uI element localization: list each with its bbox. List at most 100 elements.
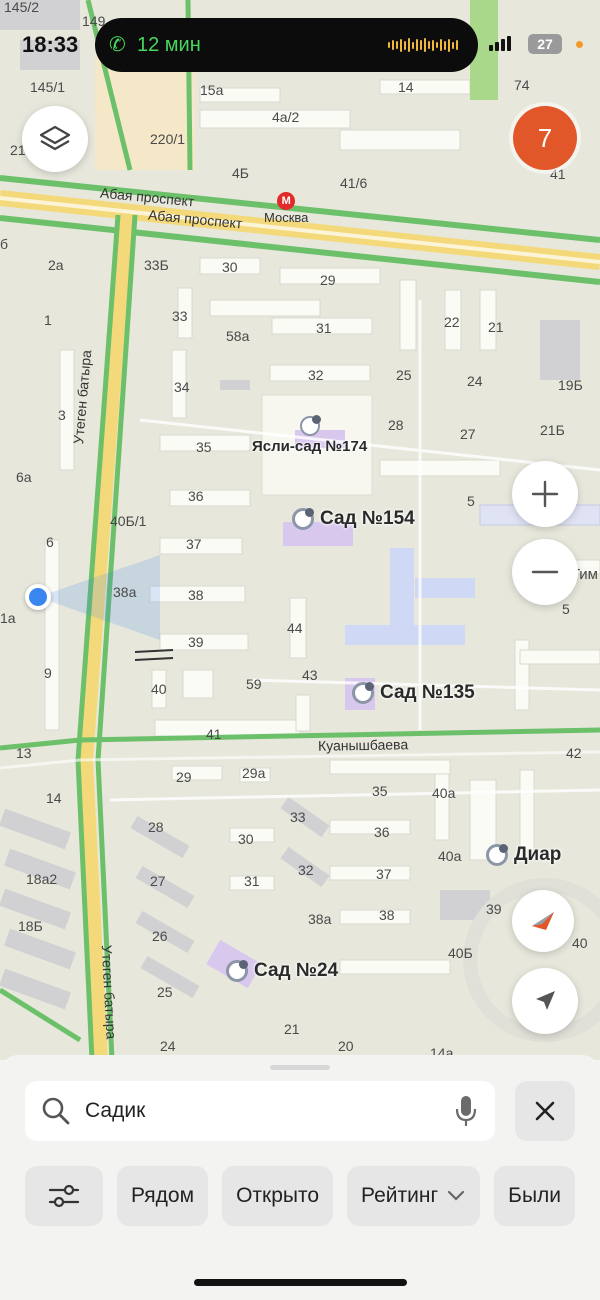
kindergarten-icon <box>299 415 321 436</box>
status-time: 18:33 <box>22 32 79 57</box>
kindergarten-icon <box>292 508 314 530</box>
poi-yasli-sad-174[interactable]: Ясли-сад №174 <box>252 415 368 455</box>
chip-rating[interactable]: Рейтинг <box>347 1166 481 1226</box>
house-number: 74 <box>514 77 530 93</box>
sheet-grabber[interactable] <box>270 1065 330 1070</box>
house-number: 32 <box>308 367 324 383</box>
house-number: 42 <box>566 745 582 761</box>
user-location-marker <box>25 584 51 610</box>
layers-button[interactable] <box>22 106 88 172</box>
house-number: 43 <box>302 667 318 683</box>
plus-icon <box>531 480 559 508</box>
active-call-pill[interactable]: ✆ 12 мин <box>95 18 478 72</box>
house-number: 29 <box>176 769 192 785</box>
house-number: 41 <box>206 726 222 742</box>
house-number: 24 <box>160 1038 176 1054</box>
cellular-signal-icon <box>489 36 511 51</box>
house-number: 40Б/1 <box>110 513 147 529</box>
compass-button[interactable] <box>512 890 574 952</box>
privacy-indicator-dot <box>576 41 583 48</box>
house-number: 29 <box>320 272 336 288</box>
clear-search-button[interactable] <box>515 1081 575 1141</box>
house-number: 15а <box>200 82 224 98</box>
search-input-value[interactable]: Садик <box>85 1099 453 1123</box>
house-number: 24 <box>467 373 483 389</box>
poi-sad-154[interactable]: Сад №154 <box>292 508 415 530</box>
house-number: 40 <box>572 935 588 951</box>
house-number: 25 <box>396 367 412 383</box>
filters-button[interactable] <box>25 1166 103 1226</box>
poi-sad-135[interactable]: Сад №135 <box>352 682 475 704</box>
sliders-icon <box>48 1184 80 1208</box>
poi-label: Диар <box>514 844 562 865</box>
house-number: 145/1 <box>30 79 66 95</box>
map-view[interactable]: Абая проспект Абая проспект Утеген батыр… <box>0 0 600 1060</box>
house-number: 31 <box>316 320 332 336</box>
poi-label: Сад №24 <box>254 960 339 981</box>
house-number: 28 <box>148 819 164 835</box>
navigation-arrow-icon <box>536 991 555 1010</box>
house-number: 5 <box>467 493 475 509</box>
house-number: 40а <box>432 785 456 801</box>
house-number: 36 <box>374 824 390 840</box>
chip-open-now[interactable]: Открыто <box>222 1166 334 1226</box>
house-number: 58а <box>226 328 250 344</box>
house-number: 40Б <box>448 945 473 961</box>
chip-rating-label: Рейтинг <box>361 1184 439 1207</box>
kindergarten-icon <box>486 844 508 866</box>
house-number: 35 <box>372 783 388 799</box>
phone-icon: ✆ <box>109 34 126 56</box>
my-location-button[interactable] <box>512 968 578 1034</box>
street-label: Куанышбаева <box>317 736 409 754</box>
house-number: 6 <box>46 534 54 550</box>
metro-icon: M <box>277 192 296 210</box>
house-number: 14 <box>46 790 62 806</box>
chip-nearby[interactable]: Рядом <box>117 1166 209 1226</box>
house-number: 28 <box>388 417 404 433</box>
close-icon <box>535 1101 555 1121</box>
kindergarten-icon <box>226 960 248 982</box>
house-number: 9 <box>44 665 52 681</box>
house-number: 33 <box>290 809 306 825</box>
house-number: 39 <box>188 634 204 650</box>
notifications-badge[interactable]: 7 <box>513 106 577 170</box>
house-number: 25 <box>157 984 173 1000</box>
chevron-down-icon <box>448 1190 465 1201</box>
house-number: 220/1 <box>150 131 186 147</box>
metro-station[interactable]: M Москва <box>264 192 308 225</box>
house-number: 14 <box>398 79 414 95</box>
house-number: 37 <box>186 536 202 552</box>
kindergarten-icon <box>352 682 374 704</box>
house-number: 3 <box>58 407 66 423</box>
map-base <box>0 0 600 1060</box>
house-number: 5 <box>562 601 570 617</box>
filter-chips: Рядом Открыто Рейтинг Были <box>25 1166 600 1226</box>
compass-icon <box>532 912 554 930</box>
search-field[interactable]: Садик <box>25 1081 495 1141</box>
house-number: 32 <box>298 862 314 878</box>
home-indicator <box>194 1279 407 1286</box>
poi-label: Ясли-сад №174 <box>252 438 368 455</box>
house-number: 35 <box>196 439 212 455</box>
poi-sad-24[interactable]: Сад №24 <box>226 960 338 982</box>
house-number: 27 <box>460 426 476 442</box>
microphone-icon[interactable] <box>453 1094 479 1128</box>
audio-wave-icon <box>388 38 458 52</box>
zoom-out-button[interactable] <box>512 539 578 605</box>
house-number: 33 <box>172 308 188 324</box>
house-number: 34 <box>174 379 190 395</box>
house-number: 22 <box>444 314 460 330</box>
chip-visited[interactable]: Были <box>494 1166 576 1226</box>
house-number: 40а <box>438 848 462 864</box>
house-number: 145/2 <box>4 0 40 15</box>
poi-diar[interactable]: Диар <box>486 844 561 866</box>
house-number: 37 <box>376 866 392 882</box>
house-number: 38 <box>379 907 395 923</box>
house-number: 19Б <box>558 377 583 393</box>
house-number: 13 <box>16 745 32 761</box>
zoom-in-button[interactable] <box>512 461 578 527</box>
house-number: 20 <box>338 1038 354 1054</box>
house-number: 29а <box>242 765 266 781</box>
search-icon <box>42 1097 70 1125</box>
search-sheet: Садик Рядом Открыто Рейтинг Были <box>0 1055 600 1300</box>
